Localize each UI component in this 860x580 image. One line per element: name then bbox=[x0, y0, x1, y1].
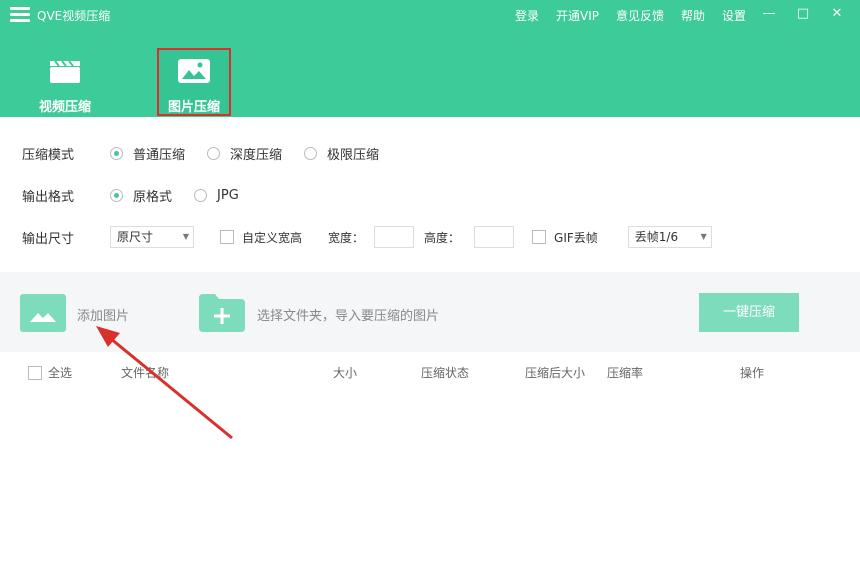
column-compressed-size: 压缩后大小 bbox=[525, 366, 586, 380]
checkbox-box bbox=[28, 365, 42, 380]
vip-link[interactable]: 开通VIP bbox=[556, 7, 599, 24]
add-image-button[interactable] bbox=[20, 294, 66, 332]
settings-link[interactable]: 设置 bbox=[722, 7, 746, 24]
format-original-radio[interactable]: 原格式 bbox=[110, 186, 172, 205]
gif-drop-select[interactable]: 丢帧1/6 ▼ bbox=[627, 226, 712, 248]
folder-import-label[interactable]: 选择文件夹，导入要压缩的图片 bbox=[257, 305, 439, 324]
compress-mode-row: 压缩模式 普通压缩 深度压缩 极限压缩 bbox=[22, 144, 401, 163]
width-input[interactable] bbox=[374, 226, 415, 248]
maximize-button[interactable]: □ bbox=[790, 4, 816, 24]
column-filename: 文件名称 bbox=[121, 366, 170, 380]
image-icon bbox=[30, 313, 56, 322]
column-status: 压缩状态 bbox=[421, 366, 470, 380]
gif-drop-checkbox[interactable]: GIF丢帧 bbox=[532, 229, 598, 246]
title-bar: QVE视频压缩 登录 开通VIP 意见反馈 帮助 设置 — □ ✕ bbox=[0, 0, 860, 30]
output-size-select[interactable]: 原尺寸 ▼ bbox=[110, 226, 194, 248]
mode-deep-radio[interactable]: 深度压缩 bbox=[207, 144, 282, 163]
column-ratio: 压缩率 bbox=[607, 366, 644, 380]
chevron-down-icon: ▼ bbox=[182, 232, 189, 241]
image-icon bbox=[178, 59, 210, 83]
window-controls: — □ ✕ bbox=[748, 4, 850, 24]
clapperboard-icon bbox=[50, 60, 80, 83]
output-size-label: 输出尺寸 bbox=[22, 231, 75, 247]
feedback-link[interactable]: 意见反馈 bbox=[616, 7, 664, 24]
mode-normal-radio[interactable]: 普通压缩 bbox=[110, 144, 185, 163]
column-size: 大小 bbox=[333, 366, 358, 380]
action-toolbar: 添加图片 选择文件夹，导入要压缩的图片 一键压缩 bbox=[0, 272, 860, 352]
app-logo-icon bbox=[10, 7, 30, 23]
app-header: QVE视频压缩 登录 开通VIP 意见反馈 帮助 设置 — □ ✕ 视频压缩 图… bbox=[0, 0, 860, 117]
tab-video-compress[interactable]: 视频压缩 bbox=[25, 48, 105, 116]
add-image-label[interactable]: 添加图片 bbox=[77, 305, 129, 324]
tab-image-compress[interactable]: 图片压缩 bbox=[157, 48, 231, 116]
width-label: 宽度： bbox=[328, 230, 365, 245]
custom-size-checkbox[interactable]: 自定义宽高 bbox=[220, 229, 302, 246]
height-input[interactable] bbox=[474, 226, 515, 248]
select-all-checkbox[interactable]: 全选 bbox=[28, 364, 72, 381]
mode-extreme-radio[interactable]: 极限压缩 bbox=[304, 144, 379, 163]
format-jpg-radio[interactable]: JPG bbox=[194, 188, 239, 203]
app-title: QVE视频压缩 bbox=[37, 9, 111, 23]
chevron-down-icon: ▼ bbox=[700, 232, 707, 241]
login-link[interactable]: 登录 bbox=[515, 7, 539, 24]
tab-image-label: 图片压缩 bbox=[167, 100, 220, 115]
folder-add-icon[interactable] bbox=[199, 294, 245, 332]
minimize-button[interactable]: — bbox=[756, 4, 782, 24]
close-button[interactable]: ✕ bbox=[824, 4, 850, 24]
help-link[interactable]: 帮助 bbox=[681, 7, 705, 24]
top-nav: 登录 开通VIP 意见反馈 帮助 设置 bbox=[515, 7, 763, 24]
output-format-row: 输出格式 原格式 JPG bbox=[22, 186, 261, 205]
compress-all-button[interactable]: 一键压缩 bbox=[699, 293, 799, 332]
output-size-row: 输出尺寸 原尺寸 ▼ 自定义宽高 宽度： 高度： GIF丢帧 丢帧1/6 ▼ bbox=[22, 226, 712, 248]
compress-mode-label: 压缩模式 bbox=[22, 148, 75, 163]
column-actions: 操作 bbox=[740, 366, 765, 380]
height-label: 高度： bbox=[424, 230, 461, 245]
output-format-label: 输出格式 bbox=[22, 190, 75, 205]
tab-video-label: 视频压缩 bbox=[38, 100, 91, 115]
